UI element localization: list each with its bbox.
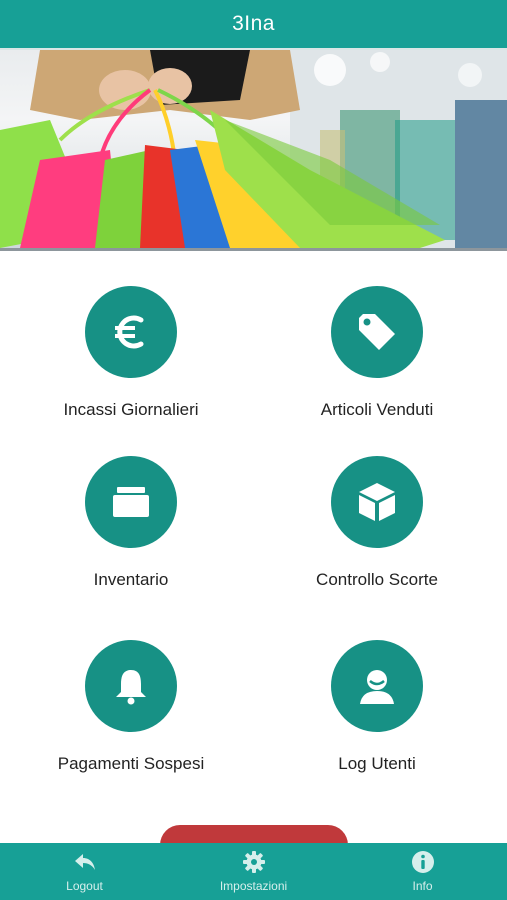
nav-label: Info: [412, 879, 433, 893]
folder-icon: [113, 487, 149, 517]
menu-label: Articoli Venduti: [320, 400, 434, 419]
menu-tile-incassi-giornalieri[interactable]: Incassi Giornalieri: [31, 286, 231, 426]
menu-label: Incassi Giornalieri: [63, 400, 199, 419]
nav-info[interactable]: Info: [338, 843, 507, 900]
box-icon: [359, 483, 395, 521]
menu-tile-log-utenti[interactable]: Log Utenti: [277, 640, 477, 780]
menu-tile-inventario[interactable]: Inventario: [31, 456, 231, 596]
user-icon: [360, 670, 394, 704]
nav-label: Impostazioni: [219, 879, 288, 893]
tag-icon-circle[interactable]: [331, 286, 423, 378]
app-title: 3Ina: [232, 12, 275, 35]
bell-icon-circle[interactable]: [85, 640, 177, 732]
reply-arrow-icon: [74, 850, 96, 874]
menu-label: Controllo Scorte: [316, 570, 438, 589]
menu-tile-articoli-venduti[interactable]: Articoli Venduti: [277, 286, 477, 426]
shopping-bags-illustration: [0, 50, 507, 248]
euro-icon: [115, 315, 144, 349]
tag-icon: [359, 314, 395, 350]
nav-logout[interactable]: Logout: [0, 843, 169, 900]
box-icon-circle[interactable]: [331, 456, 423, 548]
info-icon: [411, 850, 435, 874]
nav-label: Logout: [66, 879, 103, 893]
nav-impostazioni[interactable]: Impostazioni: [169, 843, 338, 900]
menu-label: Pagamenti Sospesi: [57, 754, 205, 773]
bell-icon: [116, 670, 146, 705]
euro-icon-circle[interactable]: [85, 286, 177, 378]
bottom-navigation: Logout Impostazioni Info: [0, 843, 507, 900]
menu-tile-pagamenti-sospesi[interactable]: Pagamenti Sospesi: [31, 640, 231, 780]
menu-label: Log Utenti: [338, 754, 416, 773]
gear-icon: [242, 850, 265, 874]
menu-label: Inventario: [93, 570, 169, 589]
app-header: 3Ina: [0, 0, 507, 50]
hero-banner-image: [0, 50, 507, 251]
folder-icon-circle[interactable]: [85, 456, 177, 548]
menu-tile-controllo-scorte[interactable]: Controllo Scorte: [277, 456, 477, 596]
user-icon-circle[interactable]: [331, 640, 423, 732]
